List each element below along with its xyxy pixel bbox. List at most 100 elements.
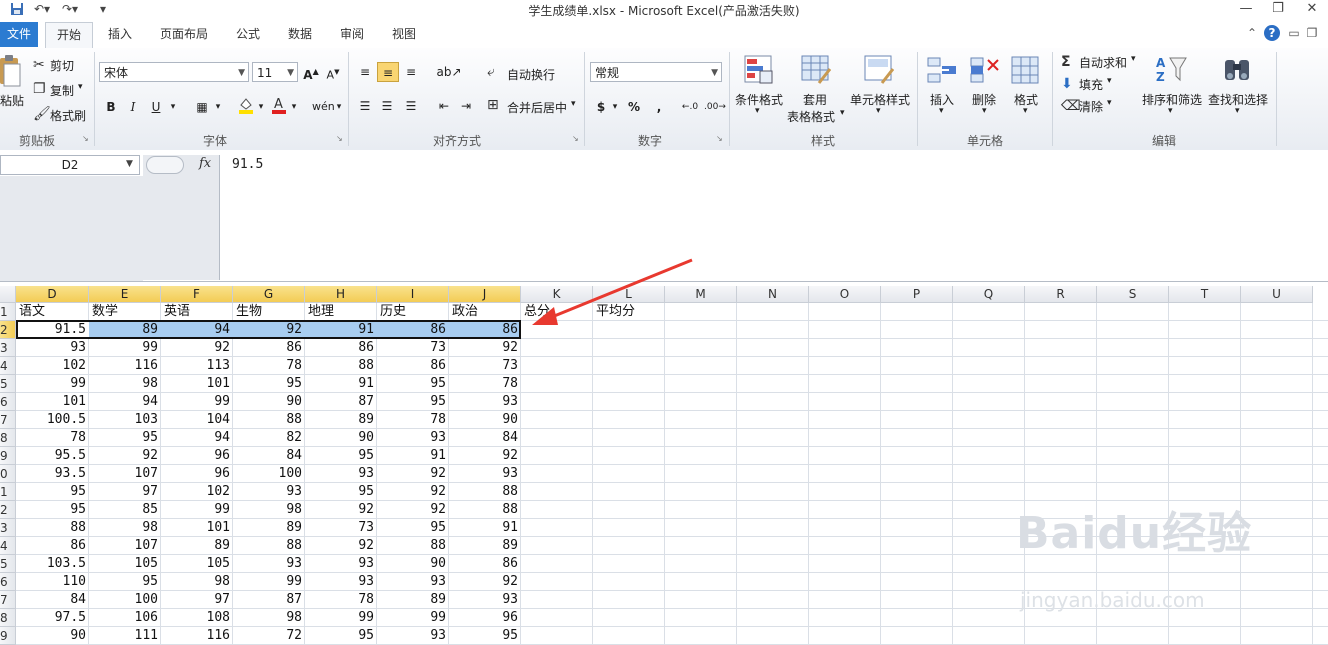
data-cell[interactable]: 113 bbox=[161, 357, 233, 375]
data-cell[interactable]: 73 bbox=[305, 519, 377, 537]
column-header-u[interactable]: U bbox=[1241, 286, 1313, 303]
data-cell[interactable]: 101 bbox=[161, 519, 233, 537]
data-cell[interactable]: 84 bbox=[233, 447, 305, 465]
row-header[interactable]: 3 bbox=[0, 339, 16, 357]
data-cell[interactable]: 100 bbox=[233, 465, 305, 483]
data-cell[interactable]: 98 bbox=[161, 573, 233, 591]
row-header[interactable]: 6 bbox=[0, 573, 16, 591]
column-header-h[interactable]: H bbox=[305, 286, 377, 303]
data-cell[interactable]: 93 bbox=[377, 627, 449, 645]
data-cell[interactable]: 85 bbox=[89, 501, 161, 519]
row-header[interactable]: 0 bbox=[0, 465, 16, 483]
data-cell[interactable]: 92 bbox=[449, 573, 521, 591]
data-cell[interactable]: 94 bbox=[161, 429, 233, 447]
column-header-t[interactable]: T bbox=[1169, 286, 1241, 303]
wrap-text-icon[interactable]: ⤶ bbox=[487, 64, 495, 80]
table-format-dropdown-icon[interactable]: ▾ bbox=[840, 108, 845, 118]
data-cell[interactable]: 72 bbox=[233, 627, 305, 645]
tab-formulas[interactable]: 公式 bbox=[228, 22, 268, 48]
row-header[interactable]: 2 bbox=[0, 501, 16, 519]
underline-dropdown-icon[interactable]: ▾ bbox=[168, 97, 178, 117]
workbook-restore-icon[interactable]: ❐ bbox=[1304, 25, 1320, 41]
column-header-j[interactable]: J bbox=[449, 286, 521, 303]
help-icon[interactable]: ? bbox=[1264, 25, 1280, 41]
data-cell[interactable]: 95.5 bbox=[16, 447, 89, 465]
data-cell[interactable]: 86 bbox=[449, 555, 521, 573]
data-cell[interactable]: 95 bbox=[16, 483, 89, 501]
data-cell[interactable]: 91 bbox=[305, 375, 377, 393]
font-size-combo[interactable]: 11 ▼ bbox=[252, 62, 298, 82]
row-header[interactable]: 8 bbox=[0, 609, 16, 627]
alignment-launcher-icon[interactable]: ↘ bbox=[572, 134, 580, 143]
row-header[interactable]: 3 bbox=[0, 519, 16, 537]
data-cell[interactable]: 95 bbox=[377, 393, 449, 411]
row-header[interactable]: 7 bbox=[0, 591, 16, 609]
data-cell[interactable]: 99 bbox=[161, 393, 233, 411]
data-cell[interactable]: 104 bbox=[161, 411, 233, 429]
restore-icon[interactable]: ❐ bbox=[1264, 1, 1292, 19]
data-cell[interactable]: 93 bbox=[449, 465, 521, 483]
row-header[interactable]: 5 bbox=[0, 555, 16, 573]
data-cell[interactable]: 90 bbox=[305, 429, 377, 447]
data-cell[interactable]: 95 bbox=[233, 375, 305, 393]
data-cell[interactable]: 90 bbox=[16, 627, 89, 645]
data-cell[interactable]: 93 bbox=[16, 339, 89, 357]
data-cell[interactable]: 78 bbox=[377, 411, 449, 429]
data-cell[interactable]: 78 bbox=[305, 591, 377, 609]
conditional-format-dropdown-icon[interactable]: ▾ bbox=[755, 106, 760, 116]
table-format-icon[interactable] bbox=[801, 55, 832, 85]
data-cell[interactable]: 95 bbox=[449, 627, 521, 645]
data-cell[interactable]: 96 bbox=[161, 465, 233, 483]
data-cell[interactable]: 95 bbox=[89, 573, 161, 591]
row-header[interactable]: 9 bbox=[0, 447, 16, 465]
delete-cells-icon[interactable] bbox=[970, 56, 1000, 86]
tab-page-layout[interactable]: 页面布局 bbox=[152, 22, 216, 48]
row-header[interactable]: 4 bbox=[0, 537, 16, 555]
data-cell[interactable]: 106 bbox=[89, 609, 161, 627]
align-top-icon[interactable]: ≡ bbox=[355, 62, 375, 82]
close-icon[interactable]: ✕ bbox=[1298, 1, 1326, 19]
number-launcher-icon[interactable]: ↘ bbox=[716, 134, 724, 143]
align-bottom-icon[interactable]: ≡ bbox=[401, 62, 421, 82]
header-cell[interactable]: 历史 bbox=[377, 303, 449, 321]
fill-icon[interactable]: ⬇ bbox=[1061, 76, 1073, 92]
data-cell[interactable]: 99 bbox=[233, 573, 305, 591]
data-cell[interactable]: 101 bbox=[161, 375, 233, 393]
column-header-n[interactable]: N bbox=[737, 286, 809, 303]
data-cell[interactable]: 87 bbox=[305, 393, 377, 411]
minimize-ribbon-icon[interactable]: ⌃ bbox=[1244, 25, 1260, 41]
row-header[interactable]: 7 bbox=[0, 411, 16, 429]
data-cell[interactable]: 88 bbox=[449, 501, 521, 519]
clipboard-launcher-icon[interactable]: ↘ bbox=[82, 134, 90, 143]
column-header-f[interactable]: F bbox=[161, 286, 233, 303]
column-header-e[interactable]: E bbox=[89, 286, 161, 303]
column-header-d[interactable]: D bbox=[16, 286, 89, 303]
align-right-icon[interactable]: ☰ bbox=[401, 96, 421, 116]
data-cell[interactable]: 107 bbox=[89, 465, 161, 483]
fill-color-icon[interactable] bbox=[237, 96, 255, 116]
clear-button[interactable]: 清除 bbox=[1079, 98, 1103, 115]
column-header-o[interactable]: O bbox=[809, 286, 881, 303]
format-dropdown-icon[interactable]: ▾ bbox=[1023, 106, 1028, 116]
row-header[interactable]: 6 bbox=[0, 393, 16, 411]
data-cell[interactable]: 91 bbox=[449, 519, 521, 537]
percent-button[interactable]: % bbox=[626, 97, 642, 117]
data-cell[interactable]: 92 bbox=[161, 339, 233, 357]
header-cell[interactable]: 数学 bbox=[89, 303, 161, 321]
increase-indent-icon[interactable]: ⇥ bbox=[456, 96, 476, 116]
tab-insert[interactable]: 插入 bbox=[100, 22, 140, 48]
data-cell[interactable]: 92 bbox=[377, 483, 449, 501]
merge-center-icon[interactable]: ⊞ bbox=[487, 97, 499, 113]
name-box[interactable]: D2 bbox=[0, 155, 140, 175]
data-cell[interactable]: 89 bbox=[161, 537, 233, 555]
insert-cells-icon[interactable] bbox=[927, 56, 957, 86]
header-cell[interactable]: 生物 bbox=[233, 303, 305, 321]
data-cell[interactable]: 95 bbox=[305, 483, 377, 501]
data-cell[interactable]: 102 bbox=[16, 357, 89, 375]
data-cell[interactable]: 116 bbox=[89, 357, 161, 375]
data-cell[interactable]: 92 bbox=[305, 537, 377, 555]
header-cell[interactable]: 英语 bbox=[161, 303, 233, 321]
autosum-icon[interactable]: Σ bbox=[1061, 54, 1071, 70]
shrink-font-icon[interactable]: A▼ bbox=[324, 62, 342, 82]
data-cell[interactable]: 93 bbox=[305, 573, 377, 591]
